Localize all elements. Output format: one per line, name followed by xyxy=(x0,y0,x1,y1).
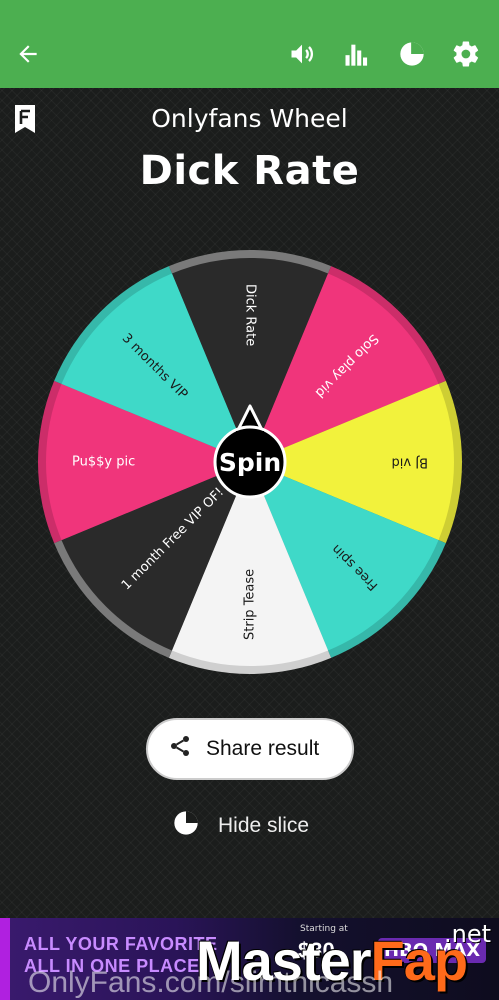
spin-wheel[interactable]: Dick RateSolo play vidBJ vidFree spinStr… xyxy=(30,250,470,690)
wheel-slice-label: Dick Rate xyxy=(243,284,258,346)
back-arrow-icon[interactable] xyxy=(8,34,48,74)
watermark-net: .net xyxy=(444,920,492,948)
hide-slice-label: Hide slice xyxy=(218,814,310,837)
pie-chart-icon xyxy=(172,809,200,843)
hide-slice-button[interactable]: Hide slice xyxy=(172,808,309,844)
wheel-title: Dick Rate xyxy=(139,148,360,194)
share-result-button[interactable]: Share result xyxy=(146,718,354,780)
share-icon xyxy=(168,733,192,765)
wheel-slice-label: Strip Tease xyxy=(243,569,258,640)
wheel-slice-label: Pu$$y pic xyxy=(72,455,135,470)
ad-accent-bar xyxy=(0,918,10,1000)
bar-chart-icon[interactable] xyxy=(336,34,376,74)
wheel-slice-label: BJ vid xyxy=(392,455,428,470)
pie-chart-icon[interactable] xyxy=(392,34,432,74)
volume-icon[interactable] xyxy=(282,34,322,74)
app-subtitle: Onlyfans Wheel xyxy=(151,104,348,133)
share-result-label: Share result xyxy=(206,737,320,760)
watermark-url: OnlyFans.com/slimthicassh xyxy=(28,966,394,999)
app-bar xyxy=(0,0,499,88)
spin-label[interactable]: Spin xyxy=(219,448,281,477)
ad-line-1: ALL YOUR FAVORITE xyxy=(24,934,218,954)
gear-icon[interactable] xyxy=(446,34,486,74)
